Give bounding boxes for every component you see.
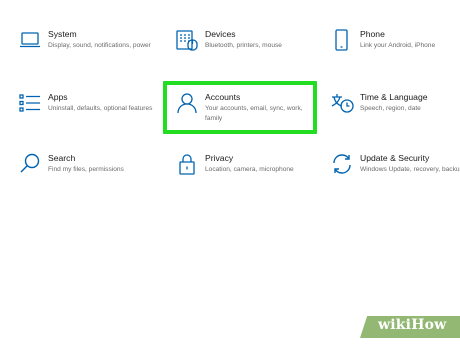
- tile-description: Speech, region, date: [360, 105, 421, 112]
- search-icon: [18, 152, 42, 176]
- settings-tile-system[interactable]: System Display, sound, notifications, po…: [18, 28, 158, 78]
- time-language-icon: [330, 91, 354, 115]
- tile-title: Search: [48, 153, 76, 163]
- settings-tile-apps[interactable]: Apps Uninstall, defaults, optional featu…: [18, 91, 158, 141]
- phone-icon: [330, 28, 354, 52]
- settings-tile-devices[interactable]: Devices Bluetooth, printers, mouse: [175, 28, 315, 78]
- settings-tile-privacy[interactable]: Privacy Location, camera, microphone: [175, 152, 315, 202]
- watermark-text: wikiHow: [378, 317, 447, 333]
- tile-description: Find my files, permissions: [48, 166, 124, 173]
- wikihow-watermark: wikiHow: [360, 312, 460, 338]
- tile-title: Devices: [205, 29, 236, 39]
- tile-title: Apps: [48, 92, 68, 102]
- settings-tile-update-security[interactable]: Update & Security Windows Update, recove…: [330, 152, 460, 202]
- tile-description: Display, sound, notifications, power: [48, 42, 151, 49]
- apps-list-icon: [18, 91, 42, 115]
- tile-title: Phone: [360, 29, 385, 39]
- settings-tile-phone[interactable]: Phone Link your Android, iPhone: [330, 28, 460, 78]
- tile-description: Link your Android, iPhone: [360, 42, 436, 49]
- tile-description: Windows Update, recovery, backup: [360, 166, 460, 173]
- lock-icon: [175, 152, 199, 176]
- tile-title: Update & Security: [360, 153, 430, 163]
- tile-title: Time & Language: [360, 92, 428, 102]
- settings-tile-time-language[interactable]: Time & Language Speech, region, date: [330, 91, 460, 141]
- tile-title: Privacy: [205, 153, 234, 163]
- settings-tile-search[interactable]: Search Find my files, permissions: [18, 152, 158, 202]
- tile-title: System: [48, 29, 77, 39]
- tile-description: Uninstall, defaults, optional features: [48, 105, 153, 112]
- tile-description: Location, camera, microphone: [205, 166, 294, 173]
- sync-arrows-icon: [330, 152, 354, 176]
- tile-description: Bluetooth, printers, mouse: [205, 42, 282, 49]
- keyboard-icon: [175, 28, 199, 52]
- laptop-icon: [18, 28, 42, 52]
- accounts-highlight-box: [163, 81, 317, 134]
